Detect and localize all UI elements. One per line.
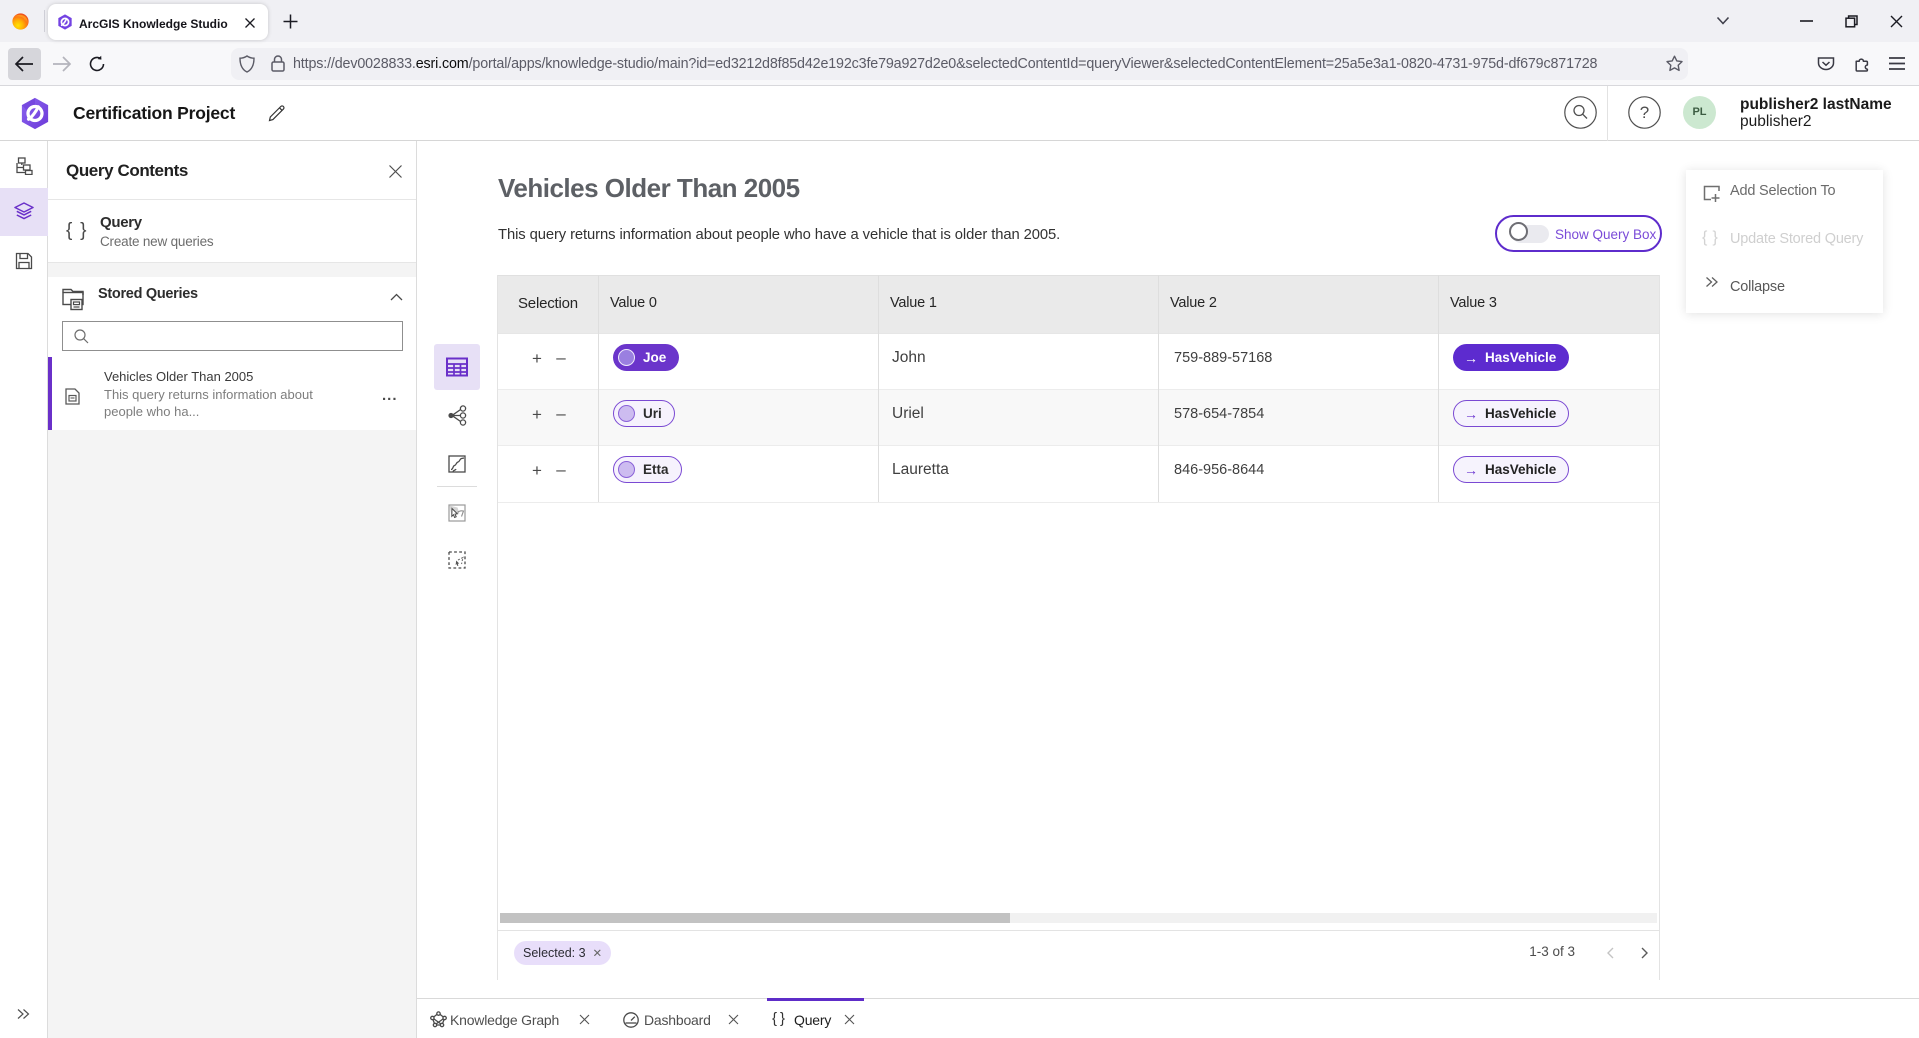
svg-text:?: ?	[1640, 103, 1649, 122]
